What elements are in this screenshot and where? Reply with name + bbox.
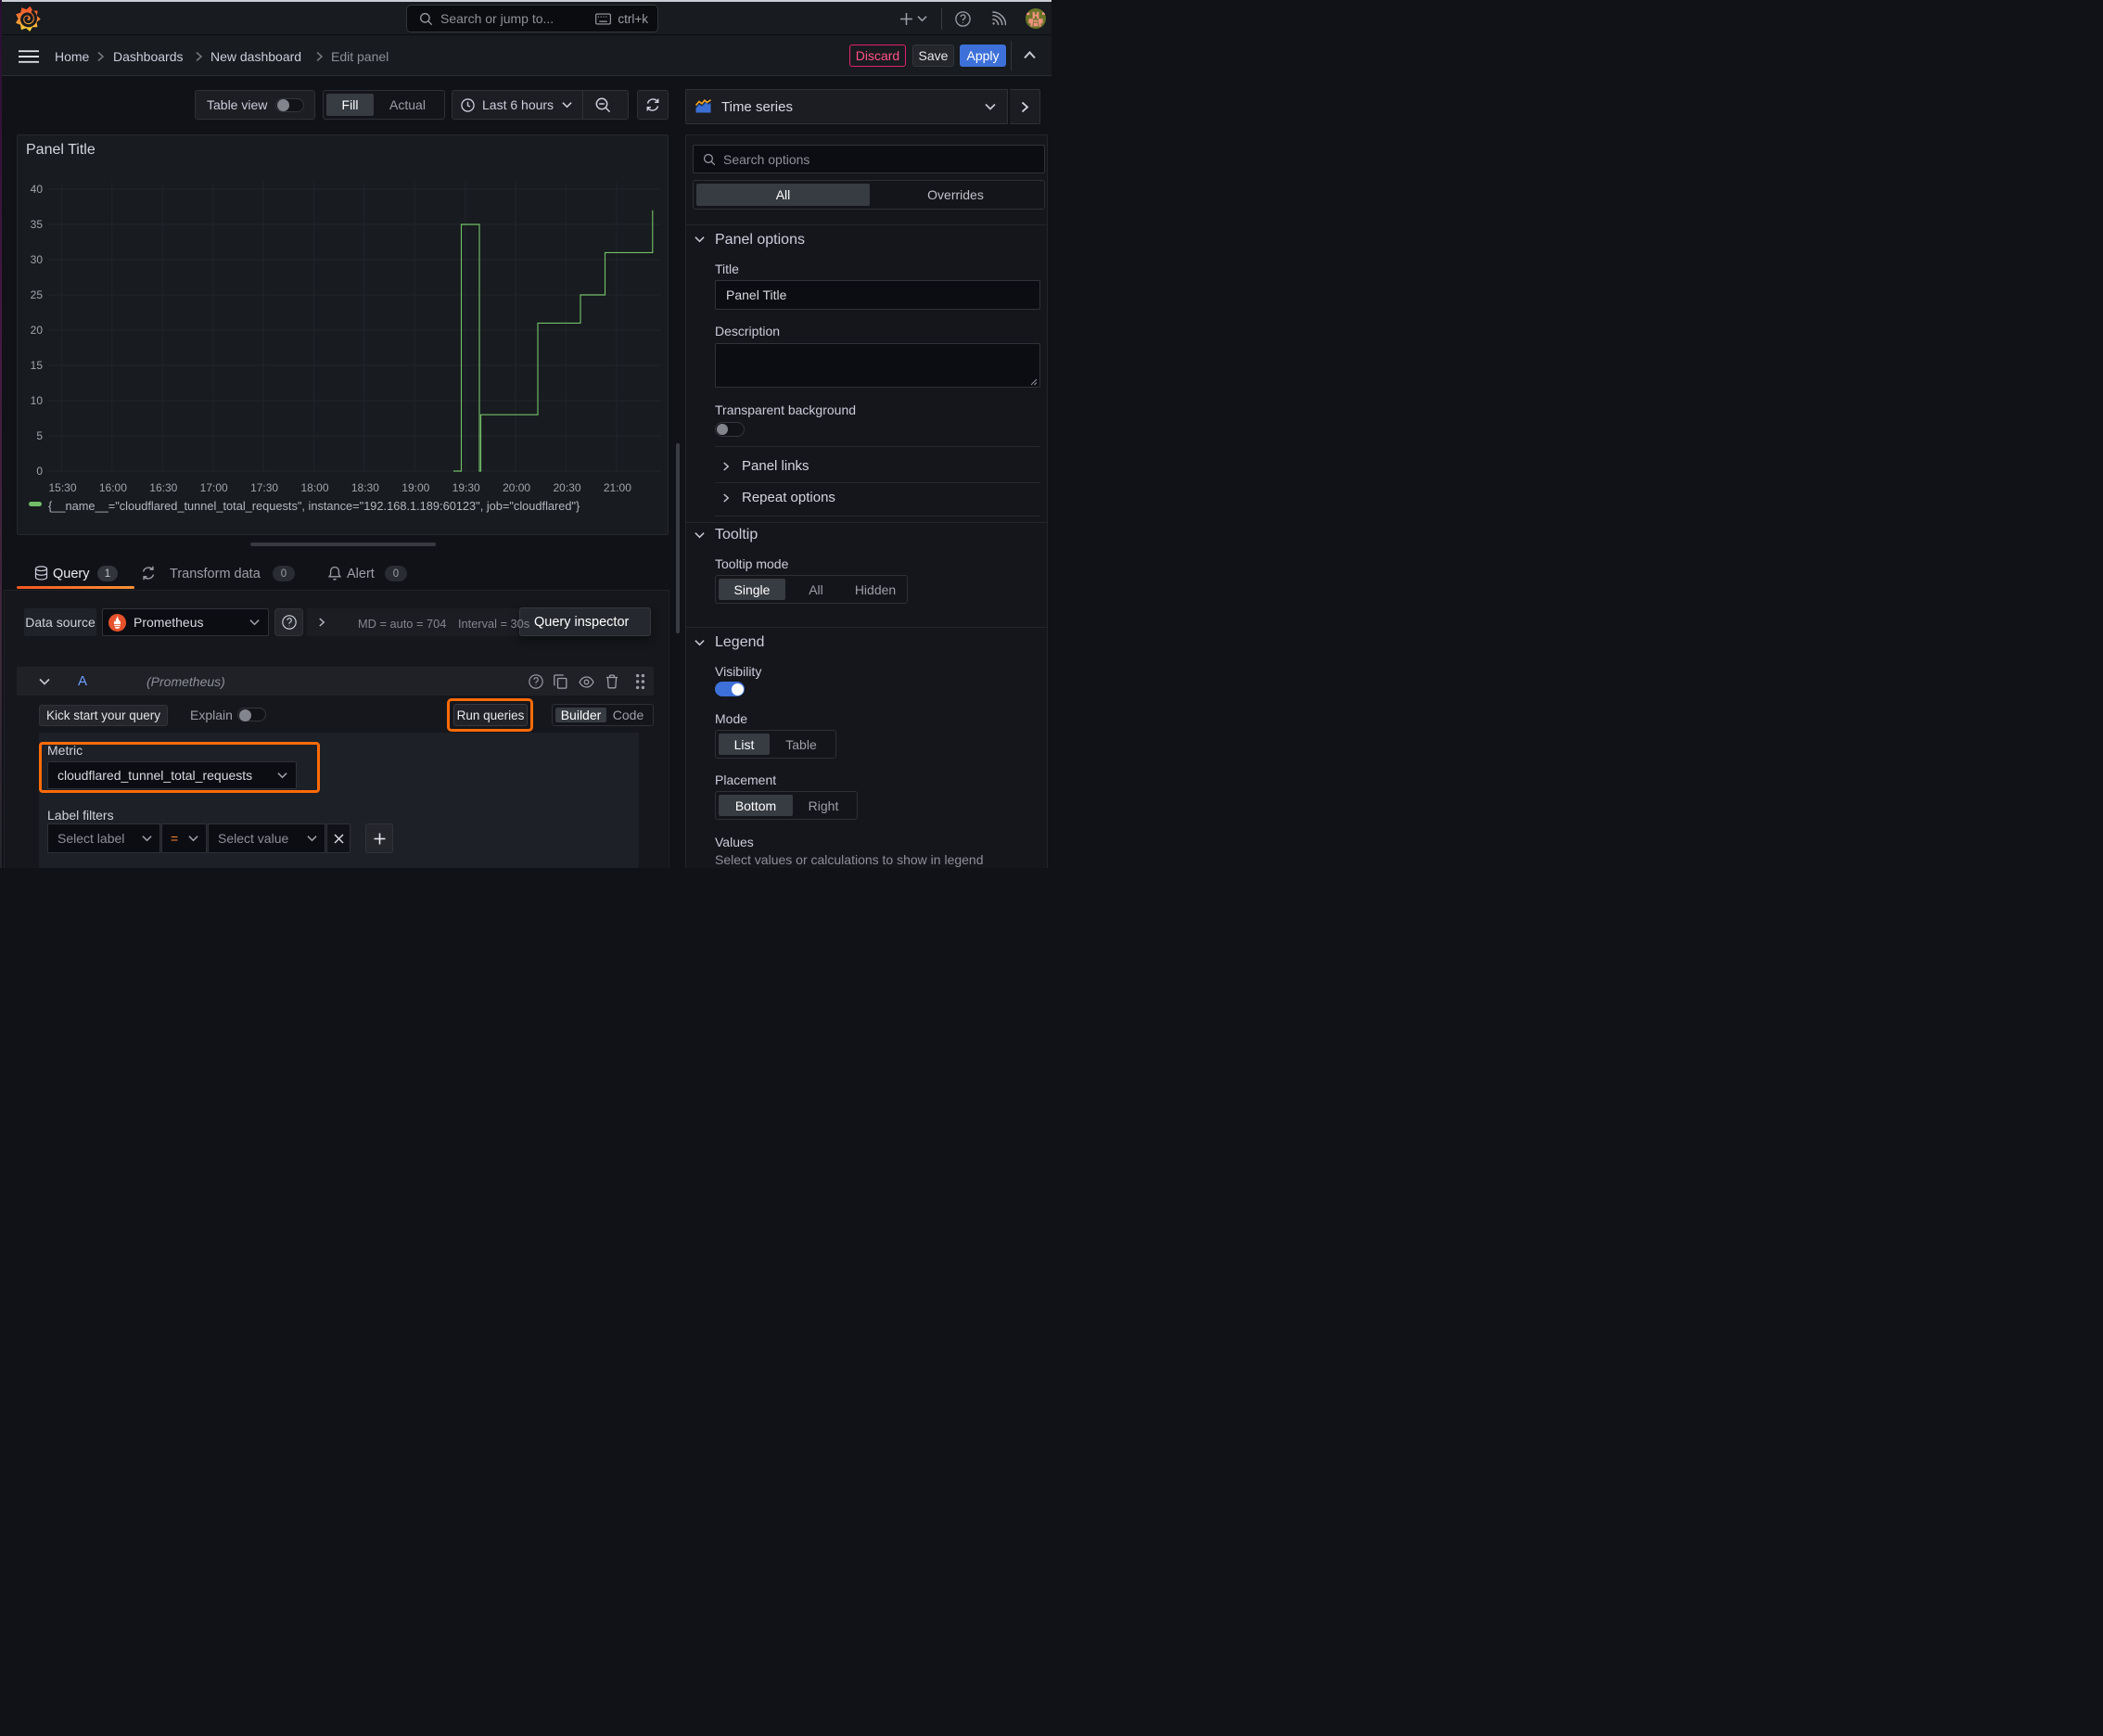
- svg-text:16:00: 16:00: [99, 481, 127, 494]
- svg-text:16:30: 16:30: [149, 481, 177, 494]
- svg-text:15:30: 15:30: [48, 481, 76, 494]
- svg-text:40: 40: [31, 183, 44, 196]
- svg-text:19:30: 19:30: [452, 481, 480, 494]
- svg-text:18:00: 18:00: [300, 481, 328, 494]
- svg-text:15: 15: [31, 359, 44, 372]
- svg-text:20: 20: [31, 324, 44, 337]
- svg-text:0: 0: [36, 465, 43, 478]
- svg-text:21:00: 21:00: [604, 481, 631, 494]
- svg-text:18:30: 18:30: [351, 481, 379, 494]
- svg-text:17:30: 17:30: [250, 481, 278, 494]
- svg-text:30: 30: [31, 253, 44, 266]
- svg-text:20:30: 20:30: [553, 481, 580, 494]
- svg-text:5: 5: [36, 429, 43, 442]
- svg-text:{__name__="cloudflared_tunnel_: {__name__="cloudflared_tunnel_total_requ…: [48, 499, 580, 513]
- svg-text:10: 10: [31, 394, 44, 407]
- svg-text:25: 25: [31, 288, 44, 301]
- svg-text:17:00: 17:00: [200, 481, 228, 494]
- svg-text:20:00: 20:00: [503, 481, 530, 494]
- svg-text:19:00: 19:00: [401, 481, 429, 494]
- svg-text:35: 35: [31, 218, 44, 231]
